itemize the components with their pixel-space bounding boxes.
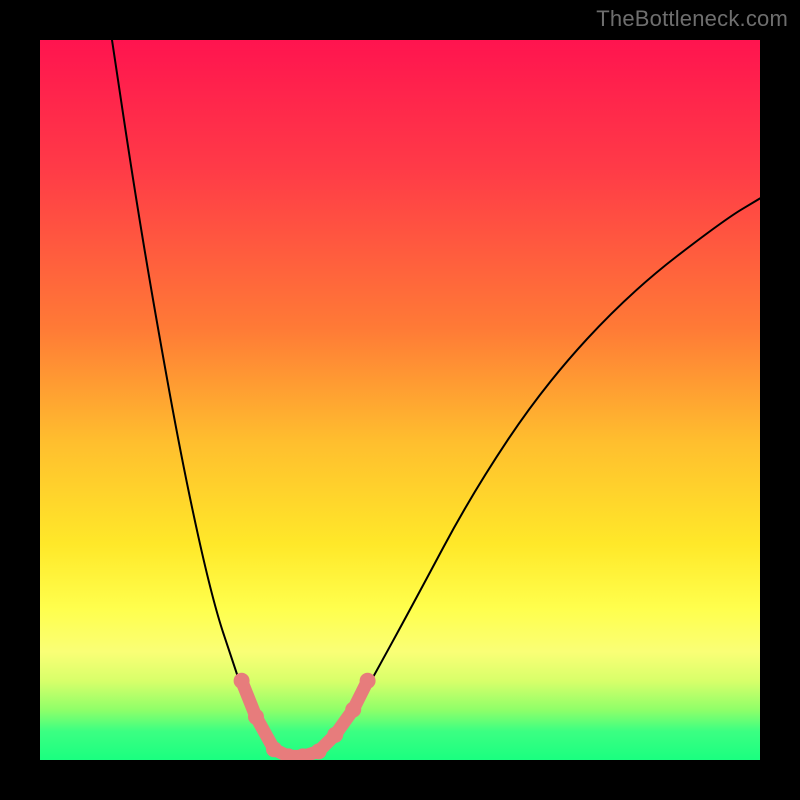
- marker-dot: [345, 702, 361, 718]
- marker-dot: [234, 673, 250, 689]
- marker-dot: [266, 741, 282, 757]
- watermark-text: TheBottleneck.com: [596, 6, 788, 32]
- curve-layer: [40, 40, 760, 760]
- bottleneck-chart: TheBottleneck.com: [0, 0, 800, 800]
- marker-dot: [248, 709, 264, 725]
- marker-dot: [360, 673, 376, 689]
- bottleneck-curve-line: [112, 40, 760, 760]
- marker-dot: [311, 743, 327, 759]
- curve-markers: [234, 673, 376, 760]
- marker-dot: [327, 727, 343, 743]
- plot-area: [40, 40, 760, 760]
